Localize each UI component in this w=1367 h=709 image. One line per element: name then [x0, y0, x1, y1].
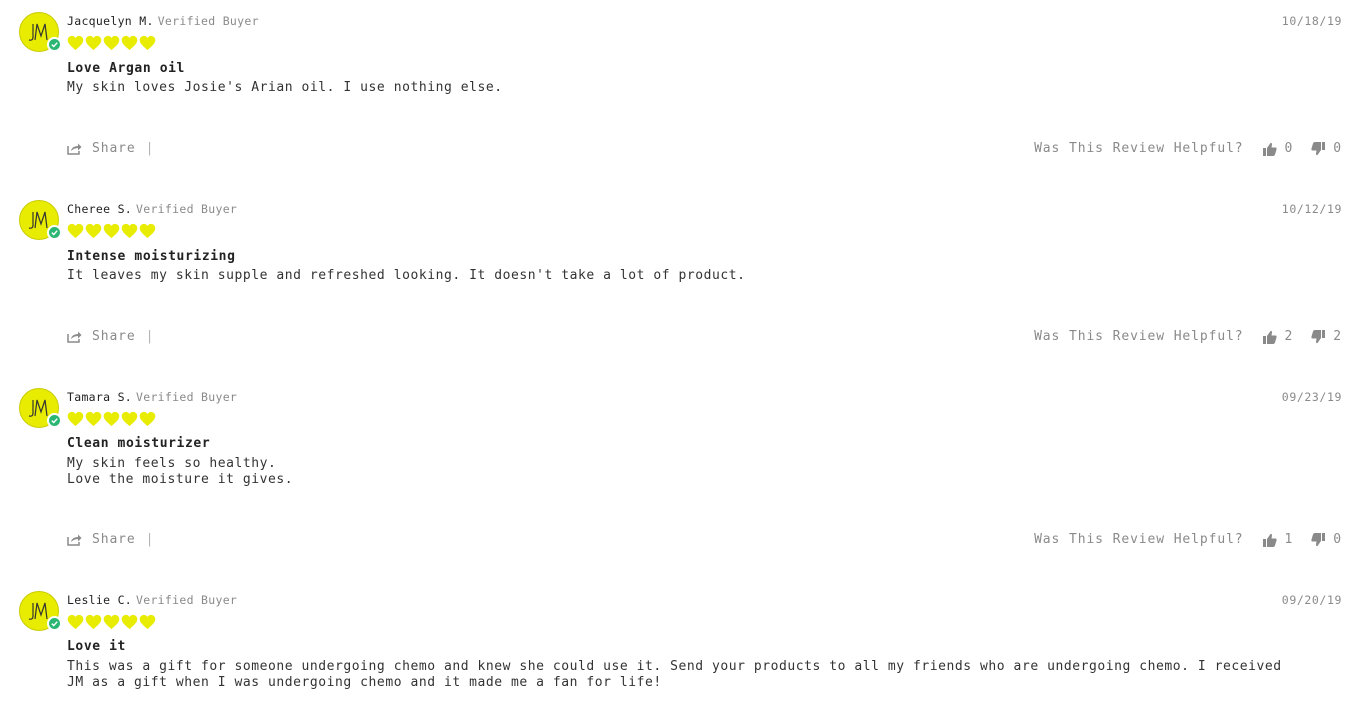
- review-title: Clean moisturizer: [67, 436, 211, 451]
- heart-icon: [85, 35, 102, 51]
- heart-icon: [121, 35, 138, 51]
- share-button[interactable]: Share |: [67, 141, 154, 156]
- review-body-line: My skin loves Josie's Arian oil. I use n…: [67, 80, 503, 95]
- share-icon: [67, 143, 82, 155]
- heart-icon: [85, 411, 102, 427]
- heart-icon: [121, 223, 138, 239]
- verified-buyer-label: Verified Buyer: [136, 202, 238, 216]
- separator: |: [145, 532, 155, 547]
- review-body: My skin loves Josie's Arian oil. I use n…: [67, 80, 1342, 96]
- heart-icon: [67, 223, 84, 239]
- reviewer-line: Leslie C. Verified Buyer: [67, 593, 237, 607]
- heart-icon: [103, 411, 120, 427]
- heart-icon: [67, 614, 84, 630]
- verified-check-icon: [47, 37, 62, 52]
- review-date: 09/23/19: [1281, 390, 1342, 404]
- heart-icon: [121, 614, 138, 630]
- share-button[interactable]: Share |: [67, 532, 154, 547]
- share-icon: [67, 534, 82, 546]
- reviewer-name: Tamara S.: [67, 390, 133, 404]
- rating-hearts: [67, 35, 156, 51]
- reviewer-avatar: [19, 12, 62, 52]
- helpful-controls: Was This Review Helpful? 2 2: [1034, 329, 1342, 344]
- helpful-question: Was This Review Helpful?: [1034, 329, 1244, 344]
- reviewer-name: Leslie C.: [67, 593, 133, 607]
- share-label: Share: [92, 329, 136, 344]
- thumbs-up-icon[interactable]: [1262, 330, 1277, 344]
- helpful-yes-count: 0: [1284, 141, 1294, 156]
- share-label: Share: [92, 532, 136, 547]
- share-label: Share: [92, 141, 136, 156]
- review-title: Love it: [67, 639, 126, 654]
- verified-buyer-label: Verified Buyer: [157, 14, 259, 28]
- review-date: 10/12/19: [1281, 202, 1342, 216]
- heart-icon: [85, 614, 102, 630]
- heart-icon: [139, 411, 156, 427]
- thumbs-up-icon[interactable]: [1262, 142, 1277, 156]
- thumbs-down-icon[interactable]: [1311, 532, 1326, 547]
- thumbs-down-icon[interactable]: [1311, 329, 1326, 344]
- reviewer-avatar: [19, 591, 62, 631]
- heart-icon: [139, 614, 156, 630]
- heart-icon: [121, 411, 138, 427]
- review-body: This was a gift for someone undergoing c…: [67, 659, 1342, 690]
- review-body-line: This was a gift for someone undergoing c…: [67, 659, 1282, 674]
- verified-check-icon: [47, 413, 62, 428]
- thumbs-down-icon[interactable]: [1311, 141, 1326, 156]
- heart-icon: [67, 411, 84, 427]
- reviewer-line: Tamara S. Verified Buyer: [67, 390, 237, 404]
- verified-buyer-label: Verified Buyer: [136, 593, 238, 607]
- verified-buyer-label: Verified Buyer: [136, 390, 238, 404]
- helpful-question: Was This Review Helpful?: [1034, 532, 1244, 547]
- heart-icon: [103, 35, 120, 51]
- reviewer-avatar: [19, 388, 62, 428]
- heart-icon: [139, 35, 156, 51]
- reviewer-name: Cheree S.: [67, 202, 133, 216]
- helpful-question: Was This Review Helpful?: [1034, 141, 1244, 156]
- reviewer-line: Jacquelyn M. Verified Buyer: [67, 14, 259, 28]
- heart-icon: [103, 614, 120, 630]
- helpful-yes-count: 1: [1284, 532, 1294, 547]
- share-icon: [67, 331, 82, 343]
- rating-hearts: [67, 614, 156, 630]
- review-title: Intense moisturizing: [67, 249, 236, 264]
- review-body-line: Love the moisture it gives.: [67, 471, 294, 487]
- share-button[interactable]: Share |: [67, 329, 154, 344]
- review-date: 09/20/19: [1281, 593, 1342, 607]
- verified-check-icon: [47, 225, 62, 240]
- review-body-line: My skin feels so healthy.: [67, 456, 277, 471]
- reviewer-line: Cheree S. Verified Buyer: [67, 202, 237, 216]
- rating-hearts: [67, 223, 156, 239]
- verified-check-icon: [47, 616, 62, 631]
- review-footer: Share | Was This Review Helpful? 2 2: [67, 329, 1342, 345]
- heart-icon: [85, 223, 102, 239]
- helpful-yes-count: 2: [1284, 329, 1294, 344]
- review-body: My skin feels so healthy. Love the moist…: [67, 456, 1342, 487]
- review-title: Love Argan oil: [67, 61, 185, 76]
- heart-icon: [67, 35, 84, 51]
- review-footer: Share | Was This Review Helpful? 1 0: [67, 532, 1342, 548]
- heart-icon: [103, 223, 120, 239]
- review-footer: Share | Was This Review Helpful? 0 0: [67, 141, 1342, 157]
- helpful-no-count: 0: [1333, 532, 1342, 547]
- helpful-no-count: 0: [1333, 141, 1342, 156]
- helpful-controls: Was This Review Helpful? 1 0: [1034, 532, 1342, 547]
- rating-hearts: [67, 411, 156, 427]
- reviewer-avatar: [19, 200, 62, 240]
- thumbs-up-icon[interactable]: [1262, 533, 1277, 547]
- helpful-controls: Was This Review Helpful? 0 0: [1034, 141, 1342, 156]
- separator: |: [145, 329, 155, 344]
- review-date: 10/18/19: [1281, 14, 1342, 28]
- separator: |: [145, 141, 155, 156]
- helpful-no-count: 2: [1333, 329, 1342, 344]
- review-body-line: JM as a gift when I was undergoing chemo…: [67, 674, 662, 690]
- reviewer-name: Jacquelyn M.: [67, 14, 154, 28]
- review-body: It leaves my skin supple and refreshed l…: [67, 268, 1342, 284]
- heart-icon: [139, 223, 156, 239]
- review-body-line: It leaves my skin supple and refreshed l…: [67, 268, 746, 283]
